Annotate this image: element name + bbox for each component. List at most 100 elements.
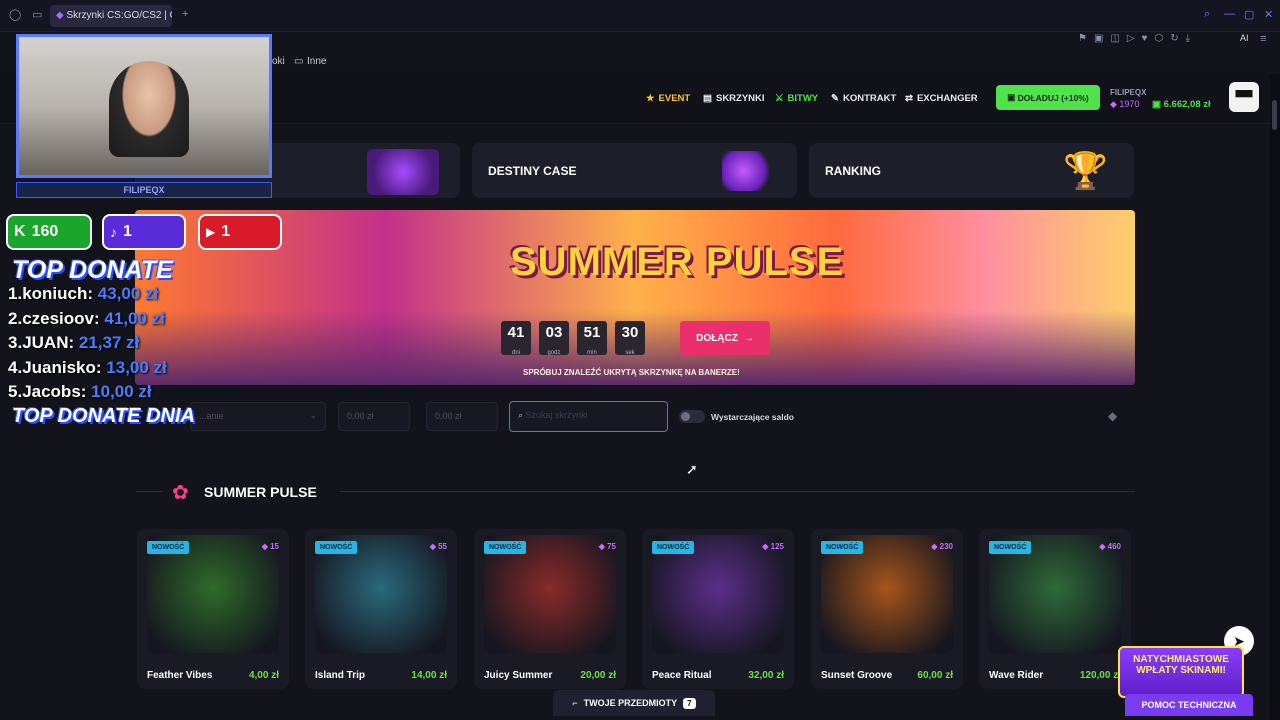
search-input[interactable]: ⌕ Szukaj skrzynki: [509, 401, 668, 432]
level-badge: ◆ 230: [931, 542, 953, 551]
level-badge: ◆ 75: [598, 542, 616, 551]
gun-icon: ⌐: [572, 698, 578, 708]
level-badge: ◆ 125: [762, 542, 784, 551]
donation-entry: 2.czesioov: 41,00 zł: [8, 308, 165, 328]
banner-title: SUMMER PULSE: [510, 240, 845, 284]
pen-icon: ✎: [831, 93, 839, 104]
username: FILIPEQX: [1110, 88, 1147, 97]
chevron-down-icon: ⌄: [309, 410, 317, 420]
flower-icon: ✿: [172, 482, 189, 504]
case-card[interactable]: NOWOŚĆ ◆ 15 Feather Vibes 4,00 zł: [137, 529, 289, 689]
donation-entry: 4.Juanisko: 13,00 zł: [8, 357, 167, 377]
new-badge: NOWOŚĆ: [315, 541, 358, 554]
tabs-icon[interactable]: ▭: [32, 8, 42, 21]
case-price: 120,00 zł: [1079, 670, 1121, 681]
case-price: 20,00 zł: [580, 670, 616, 681]
kick-icon: K: [14, 223, 26, 240]
bookmark-item[interactable]: oki: [272, 56, 285, 67]
chest-icon: [367, 149, 439, 195]
wallet-icon: ▣: [1007, 92, 1018, 102]
social-youtube: ▶ 1: [198, 214, 282, 250]
case-name: Sunset Groove: [821, 670, 893, 681]
divider: [340, 491, 1135, 492]
case-name: Peace Ritual: [652, 670, 712, 681]
case-card[interactable]: NOWOŚĆ ◆ 460 Wave Rider 120,00 zł: [979, 529, 1131, 689]
countdown-days: 41 dni: [501, 321, 531, 356]
eraser-icon[interactable]: ◆: [1108, 409, 1117, 423]
social-kick: K 160: [6, 214, 92, 250]
case-card[interactable]: NOWOŚĆ ◆ 75 Juicy Summer 20,00 zł: [474, 529, 626, 689]
toggle-label: Wystarczające saldo: [711, 412, 794, 422]
search-icon: ⌕: [518, 410, 526, 420]
new-tab-icon[interactable]: +: [182, 8, 188, 20]
avatar[interactable]: ▀▀: [1229, 82, 1259, 112]
inventory-button[interactable]: ⌐ TWOJE PRZEDMIOTY 7: [553, 690, 715, 716]
ai-icon[interactable]: AI: [1240, 33, 1249, 43]
minimize-icon[interactable]: —: [1224, 8, 1235, 20]
donation-entry: 1.koniuch: 43,00 zł: [8, 284, 159, 303]
countdown-hours: 03 godz: [539, 321, 569, 356]
join-button[interactable]: DOŁĄCZ →: [680, 321, 770, 355]
case-name: Island Trip: [315, 670, 366, 681]
new-badge: NOWOŚĆ: [484, 541, 527, 554]
level-badge: ◆ 55: [429, 542, 447, 551]
case-price: 4,00 zł: [248, 670, 279, 681]
level-badge: ◆ 15: [261, 542, 279, 551]
feature-card-ranking[interactable]: RANKING 🏆: [809, 143, 1134, 198]
bookmark-folder[interactable]: Inne: [307, 56, 326, 67]
inventory-count: 7: [683, 697, 696, 709]
browser-tab[interactable]: ◆ Skrzynki CS:GO/CS2 | G4: [50, 5, 172, 27]
webcam-feed: [16, 34, 272, 178]
new-badge: NOWOŚĆ: [147, 541, 190, 554]
nav-contract[interactable]: ✎ KONTRAKT: [831, 93, 896, 104]
balance-toggle[interactable]: [679, 410, 705, 423]
case-card[interactable]: NOWOŚĆ ◆ 55 Island Trip 14,00 zł: [305, 529, 457, 689]
site-favicon-icon: ◆: [56, 10, 67, 21]
points-display: ◆ 1970: [1110, 99, 1140, 109]
browser-logo-icon: ◯: [9, 9, 22, 21]
nav-cases[interactable]: ▤ SKRZYNKI: [703, 93, 765, 104]
sort-select[interactable]: ...anie ⌄: [190, 402, 326, 431]
case-card[interactable]: NOWOŚĆ ◆ 125 Peace Ritual 32,00 zł: [642, 529, 794, 689]
feature-card-destiny[interactable]: DESTINY CASE: [472, 143, 797, 198]
divider: [136, 491, 162, 492]
tab-title: Skrzynki CS:GO/CS2 | G4: [66, 10, 172, 21]
price-min-input[interactable]: 0,00 zł: [338, 402, 410, 431]
cam-label: FILIPEQX: [16, 182, 272, 198]
case-price: 32,00 zł: [748, 670, 784, 681]
price-max-input[interactable]: 0,00 zł: [426, 402, 498, 431]
nav-event[interactable]: ★ EVENT: [646, 93, 690, 104]
countdown-seconds: 30 sek: [615, 321, 645, 356]
tiktok-icon: ♪: [110, 224, 117, 240]
streamer: [109, 61, 189, 157]
banner-hint: SPRÓBUJ ZNALEŹĆ UKRYTĄ SKRZYNKĘ NA BANER…: [523, 368, 740, 377]
nav-exchanger[interactable]: ⇄ EXCHANGER: [905, 93, 978, 104]
battle-icon: ⚔: [775, 93, 784, 104]
case-name: Feather Vibes: [147, 670, 213, 681]
scrollbar-thumb[interactable]: [1272, 100, 1277, 130]
browser-titlebar: ◯ ▭ ◆ Skrzynki CS:GO/CS2 | G4 + ⌕ — ▢ ✕: [0, 0, 1280, 32]
case-name: Wave Rider: [989, 670, 1044, 681]
nav-battles[interactable]: ⚔ BITWY: [775, 93, 818, 104]
case-name: Juicy Summer: [484, 670, 553, 681]
orbs-icon: [722, 151, 776, 191]
close-icon[interactable]: ✕: [1264, 8, 1273, 21]
donation-entry: 3.JUAN: 21,37 zł: [8, 333, 140, 352]
topup-button[interactable]: ▣ DOŁADUJ (+10%): [996, 85, 1100, 110]
promo-badge[interactable]: NATYCHMIASTOWE WPŁATY SKINAMI!: [1118, 646, 1244, 698]
countdown: 41 dni 03 godz 51 min 30 sek: [501, 321, 645, 356]
donation-entry: 5.Jacobs: 10,00 zł: [8, 382, 152, 401]
case-price: 14,00 zł: [411, 670, 447, 681]
new-badge: NOWOŚĆ: [989, 541, 1032, 554]
cases-icon: ▤: [703, 93, 712, 104]
scrollbar[interactable]: [1270, 74, 1280, 720]
menu-icon[interactable]: ≡: [1260, 33, 1266, 45]
case-card[interactable]: NOWOŚĆ ◆ 230 Sunset Groove 60,00 zł: [811, 529, 963, 689]
top-donate-title: TOP DONATE: [12, 256, 173, 284]
new-badge: NOWOŚĆ: [821, 541, 864, 554]
extension-icons[interactable]: ⚑▣◫▷♥⬡↻⤓: [1078, 33, 1197, 44]
search-icon[interactable]: ⌕: [1204, 8, 1210, 21]
maximize-icon[interactable]: ▢: [1244, 8, 1254, 21]
help-button[interactable]: POMOC TECHNICZNA: [1125, 694, 1253, 716]
trophy-icon: 🏆: [1063, 150, 1108, 191]
